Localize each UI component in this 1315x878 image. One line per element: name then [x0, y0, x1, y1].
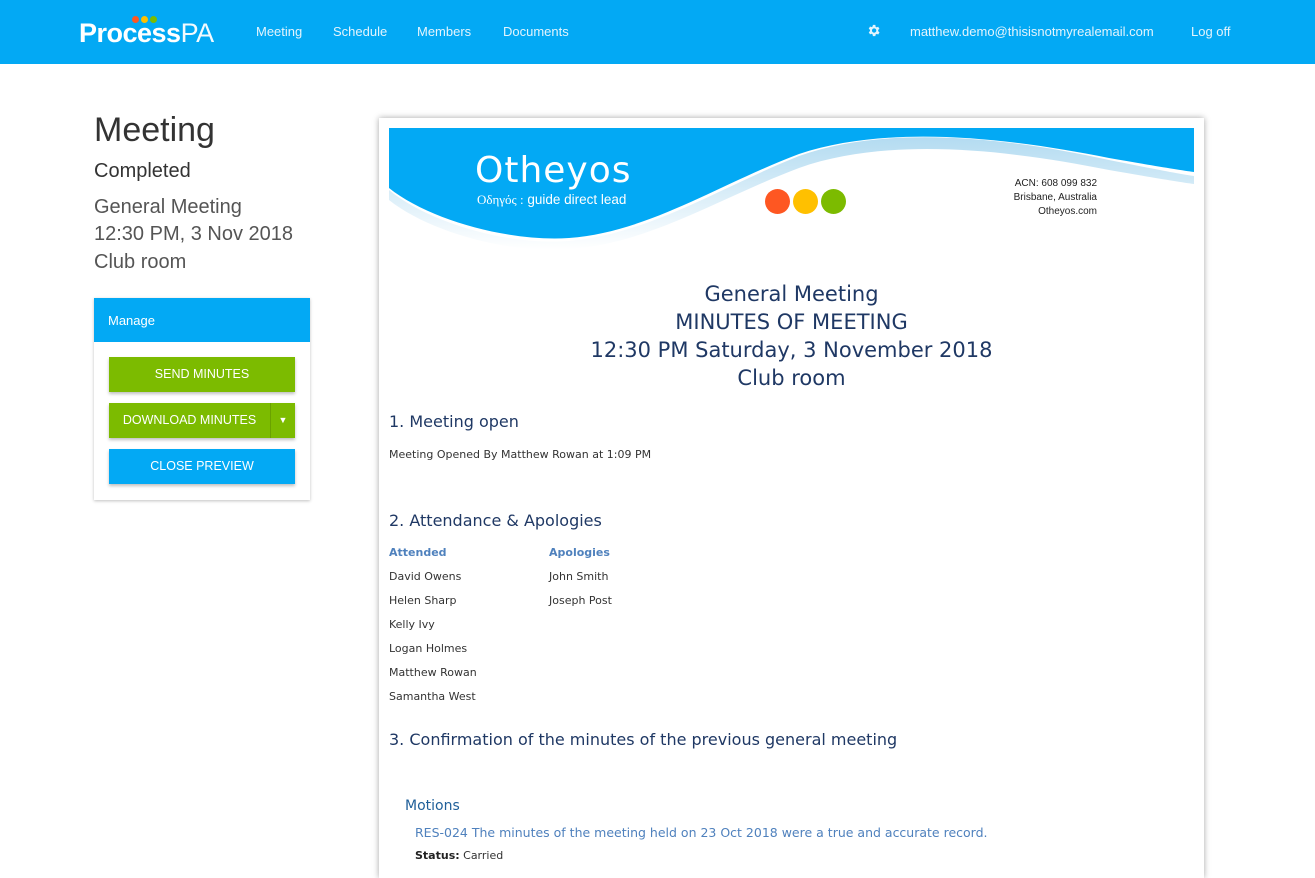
attendee: Kelly Ivy	[389, 618, 435, 631]
company-tagline: Οδηγός : guide direct lead	[477, 192, 627, 207]
logo-dot	[141, 16, 148, 23]
meeting-open-text: Meeting Opened By Matthew Rowan at 1:09 …	[389, 448, 652, 461]
section-confirmation: 3. Confirmation of the minutes of the pr…	[389, 730, 898, 749]
close-preview-button[interactable]: CLOSE PREVIEW	[109, 449, 295, 484]
doc-heading-title: MINUTES OF MEETING	[675, 310, 908, 334]
meeting-location: Club room	[94, 251, 187, 273]
doc-heading-datetime: 12:30 PM Saturday, 3 November 2018	[590, 338, 993, 362]
logo-dot	[132, 16, 139, 23]
minutes-document-preview: Otheyos Οδηγός : guide direct lead ACN: …	[379, 118, 1204, 878]
nav-documents[interactable]: Documents	[503, 24, 569, 39]
logo-dot	[150, 16, 157, 23]
nav-members[interactable]: Members	[417, 24, 471, 39]
attended-heading: Attended	[389, 546, 447, 559]
apology: Joseph Post	[549, 594, 612, 607]
section-attendance: 2. Attendance & Apologies	[389, 511, 602, 530]
motions-heading: Motions	[405, 798, 460, 814]
section-meeting-open: 1. Meeting open	[389, 412, 519, 431]
attendee: Matthew Rowan	[389, 666, 477, 679]
processpa-logo[interactable]: ProcessPA	[79, 16, 214, 50]
letterhead-dot	[793, 189, 818, 214]
caret-down-icon[interactable]: ▼	[270, 403, 295, 438]
manage-heading: Manage	[94, 298, 310, 342]
motion-text: RES-024 The minutes of the meeting held …	[415, 825, 988, 840]
apologies-heading: Apologies	[549, 546, 610, 559]
company-info: ACN: 608 099 832 Brisbane, Australia Oth…	[989, 177, 1097, 219]
attendee: Logan Holmes	[389, 642, 468, 655]
top-navbar: ProcessPA Meeting Schedule Members Docum…	[0, 0, 1315, 64]
gear-icon-svg	[868, 24, 880, 37]
download-minutes-split-button: DOWNLOAD MINUTES ▼	[109, 403, 295, 438]
company-city: Brisbane, Australia	[1013, 192, 1097, 203]
attendee: Helen Sharp	[389, 594, 457, 607]
company-acn: ACN: 608 099 832	[1014, 178, 1097, 189]
attendee: David Owens	[389, 570, 462, 583]
logo-dots	[132, 10, 159, 28]
company-name: Otheyos	[475, 150, 632, 191]
letterhead-dot	[765, 189, 790, 214]
user-email-link[interactable]: matthew.demo@thisisnotmyrealemail.com	[910, 24, 1154, 39]
doc-heading-type: General Meeting	[704, 282, 879, 306]
send-minutes-button[interactable]: SEND MINUTES	[109, 357, 295, 392]
nav-schedule[interactable]: Schedule	[333, 24, 387, 39]
motion-status: Status: Carried	[415, 849, 504, 862]
meeting-type: General Meeting	[94, 196, 242, 218]
meeting-status: Completed	[94, 160, 191, 182]
meeting-datetime: 12:30 PM, 3 Nov 2018	[94, 223, 294, 245]
letterhead-dot	[821, 189, 846, 214]
doc-heading-location: Club room	[737, 366, 846, 390]
manage-panel: Manage SEND MINUTES DOWNLOAD MINUTES ▼ C…	[94, 298, 310, 500]
letterhead-dots	[765, 189, 849, 219]
company-website: Otheyos.com	[1038, 206, 1097, 217]
gear-icon[interactable]	[866, 23, 881, 38]
download-minutes-button[interactable]: DOWNLOAD MINUTES	[109, 403, 270, 438]
page-title: Meeting	[94, 111, 215, 149]
logoff-link[interactable]: Log off	[1191, 24, 1231, 39]
apology: John Smith	[549, 570, 609, 583]
letterhead: Otheyos Οδηγός : guide direct lead ACN: …	[389, 128, 1194, 253]
attendee: Samantha West	[389, 690, 476, 703]
nav-meeting[interactable]: Meeting	[256, 24, 302, 39]
